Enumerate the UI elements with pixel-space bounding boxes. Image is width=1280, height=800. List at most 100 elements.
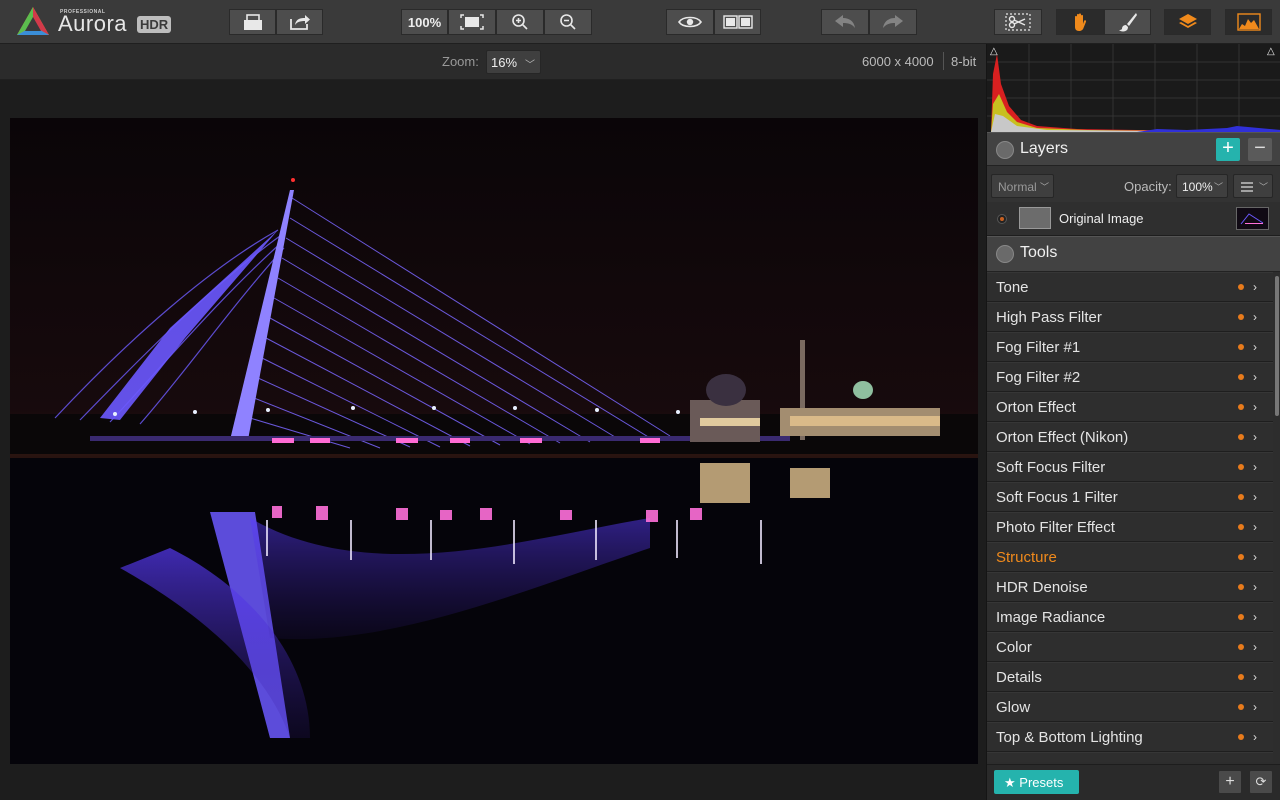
chevron-right-icon[interactable]: › (1253, 700, 1257, 714)
add-preset-button[interactable]: + (1218, 770, 1242, 794)
layer-visibility-icon[interactable] (998, 215, 1006, 223)
chevron-right-icon[interactable]: › (1253, 280, 1257, 294)
panel-footer: ★ Presets + ⟳ (987, 764, 1280, 800)
chevron-right-icon[interactable]: › (1253, 610, 1257, 624)
tool-status-dot-icon[interactable] (1238, 554, 1244, 560)
tool-status-dot-icon[interactable] (1238, 644, 1244, 650)
brush-tool-button[interactable] (1104, 9, 1151, 35)
layer-item[interactable]: Original Image (987, 202, 1280, 236)
highlight-clipping-icon[interactable]: △ (1267, 46, 1275, 57)
chevron-right-icon[interactable]: › (1253, 640, 1257, 654)
tools-scrollbar[interactable] (1275, 276, 1279, 416)
histogram: △ △ (987, 44, 1280, 132)
crop-button[interactable] (994, 9, 1042, 35)
tool-item[interactable]: Details › (987, 662, 1273, 692)
tool-item[interactable]: Tone Curve › (987, 752, 1273, 762)
tool-item[interactable]: Soft Focus 1 Filter › (987, 482, 1273, 512)
redo-button[interactable] (869, 9, 917, 35)
tool-status-dot-icon[interactable] (1238, 734, 1244, 740)
tool-item[interactable]: Fog Filter #2 › (987, 362, 1273, 392)
chevron-right-icon[interactable]: › (1253, 550, 1257, 564)
tool-status-dot-icon[interactable] (1238, 494, 1244, 500)
tool-item[interactable]: Soft Focus Filter › (987, 452, 1273, 482)
presets-label: Presets (1019, 775, 1064, 790)
layers-button[interactable] (1164, 9, 1211, 35)
tool-status-dot-icon[interactable] (1238, 524, 1244, 530)
chevron-right-icon[interactable]: › (1253, 430, 1257, 444)
tool-item[interactable]: High Pass Filter › (987, 302, 1273, 332)
tool-item[interactable]: Top & Bottom Lighting › (987, 722, 1273, 752)
chevron-right-icon[interactable]: › (1253, 340, 1257, 354)
zoom-select[interactable]: 16% ﹀ (486, 50, 541, 74)
image-info-bar: Zoom: 16% ﹀ 6000 x 4000 8-bit (0, 44, 986, 80)
tool-status-dot-icon[interactable] (1238, 344, 1244, 350)
zoom-out-icon (560, 14, 576, 30)
tool-label: High Pass Filter (996, 309, 1102, 326)
chevron-right-icon[interactable]: › (1253, 490, 1257, 504)
chevron-right-icon[interactable]: › (1253, 400, 1257, 414)
remove-layer-button[interactable]: − (1248, 138, 1272, 161)
top-toolbar: PROFESSIONAL Aurora HDR 100% (0, 0, 1280, 44)
preview-button[interactable] (666, 9, 714, 35)
tools-list: Tone › High Pass Filter › Fog Filter #1 › Fog … (987, 272, 1273, 762)
chevron-down-icon: ﹀ (1039, 182, 1049, 192)
tool-status-dot-icon[interactable] (1238, 674, 1244, 680)
tool-status-dot-icon[interactable] (1238, 404, 1244, 410)
chevron-right-icon[interactable]: › (1253, 460, 1257, 474)
add-layer-button[interactable]: + (1216, 138, 1240, 161)
tool-item[interactable]: Image Radiance › (987, 602, 1273, 632)
tool-item[interactable]: Fog Filter #1 › (987, 332, 1273, 362)
tool-status-dot-icon[interactable] (1238, 614, 1244, 620)
tool-item[interactable]: Orton Effect (Nikon) › (987, 422, 1273, 452)
zoom-100-button[interactable]: 100% (401, 9, 448, 35)
chevron-right-icon[interactable]: › (1253, 760, 1257, 762)
opacity-select[interactable]: 100% ﹀ (1176, 174, 1228, 198)
tool-status-dot-icon[interactable] (1238, 374, 1244, 380)
photo-preview (10, 118, 978, 764)
chevron-right-icon[interactable]: › (1253, 730, 1257, 744)
brush-icon (1118, 13, 1137, 32)
zoom-in-button[interactable] (496, 9, 544, 35)
tool-item[interactable]: Photo Filter Effect › (987, 512, 1273, 542)
histogram-graph (987, 44, 1280, 132)
tool-status-dot-icon[interactable] (1238, 434, 1244, 440)
tool-label: Soft Focus Filter (996, 459, 1106, 476)
chevron-right-icon[interactable]: › (1253, 310, 1257, 324)
zoom-out-button[interactable] (544, 9, 592, 35)
compare-button[interactable] (714, 9, 761, 35)
open-button[interactable] (229, 9, 276, 35)
tool-label: Structure (996, 549, 1057, 566)
chevron-right-icon[interactable]: › (1253, 520, 1257, 534)
presets-button[interactable]: ★ Presets (994, 770, 1079, 794)
layer-menu-button[interactable]: ﹀ (1233, 174, 1273, 198)
shadow-clipping-icon[interactable]: △ (990, 46, 998, 57)
histogram-button[interactable] (1225, 9, 1272, 35)
hand-tool-button[interactable] (1056, 9, 1104, 35)
undo-button[interactable] (821, 9, 869, 35)
tool-label: Fog Filter #1 (996, 339, 1081, 356)
blend-mode-select[interactable]: Normal ﹀ (991, 174, 1054, 198)
chevron-right-icon[interactable]: › (1253, 580, 1257, 594)
tool-item[interactable]: HDR Denoise › (987, 572, 1273, 602)
tool-item[interactable]: Color › (987, 632, 1273, 662)
tool-item[interactable]: Orton Effect › (987, 392, 1273, 422)
zoom-value: 16% (491, 55, 518, 70)
tool-status-dot-icon[interactable] (1238, 584, 1244, 590)
share-button[interactable] (276, 9, 323, 35)
layer-mask-thumbnail[interactable] (1019, 207, 1051, 229)
image-canvas[interactable] (0, 80, 986, 800)
chevron-right-icon[interactable]: › (1253, 370, 1257, 384)
tool-status-dot-icon[interactable] (1238, 464, 1244, 470)
sync-button[interactable]: ⟳ (1249, 770, 1273, 794)
brand-badge: HDR (137, 16, 172, 33)
tool-status-dot-icon[interactable] (1238, 314, 1244, 320)
tool-status-dot-icon[interactable] (1238, 284, 1244, 290)
chevron-right-icon[interactable]: › (1253, 670, 1257, 684)
fit-to-screen-button[interactable] (448, 9, 496, 35)
tool-label: Details (996, 669, 1042, 686)
tool-item[interactable]: Tone › (987, 272, 1273, 302)
open-file-icon (243, 14, 262, 30)
tool-status-dot-icon[interactable] (1238, 704, 1244, 710)
tool-item[interactable]: Glow › (987, 692, 1273, 722)
tool-item[interactable]: Structure › (987, 542, 1273, 572)
